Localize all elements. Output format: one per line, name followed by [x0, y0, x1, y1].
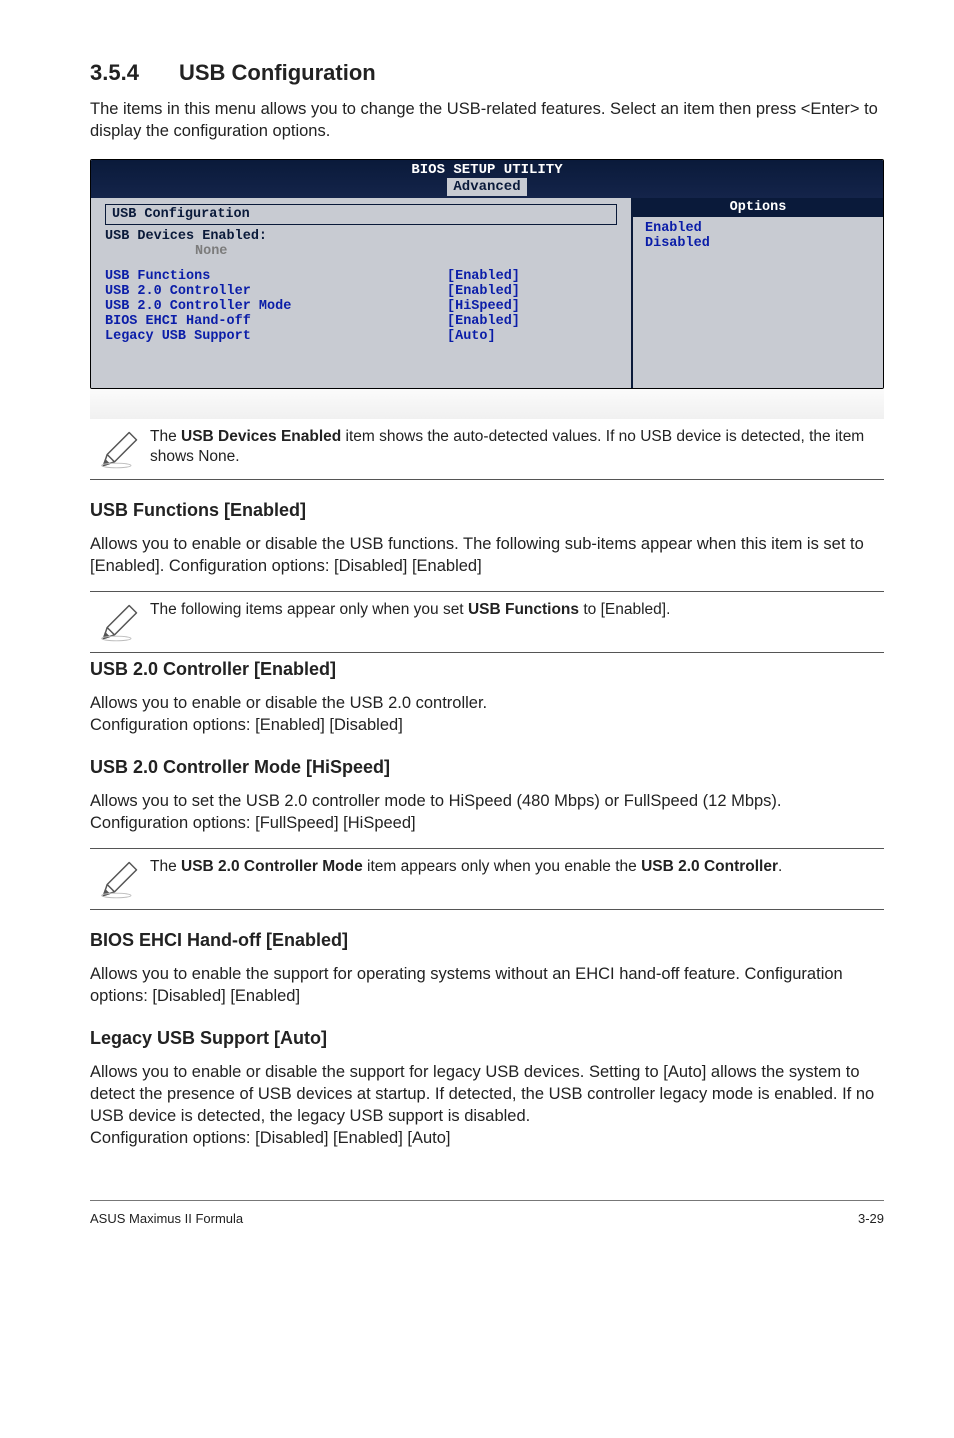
bios-tab-advanced: Advanced [447, 178, 526, 196]
bios-left-header: USB Configuration [105, 204, 617, 225]
section-heading: 3.5.4 USB Configuration [90, 60, 884, 86]
pencil-icon [90, 857, 150, 901]
subsection-heading: Legacy USB Support [Auto] [90, 1028, 884, 1049]
note-text-span: The [150, 428, 181, 445]
pencil-icon [90, 427, 150, 471]
subsection-heading: USB Functions [Enabled] [90, 500, 884, 521]
note-text-span: item appears only when you enable the [363, 858, 641, 875]
subsection-body: Allows you to set the USB 2.0 controller… [90, 790, 884, 835]
bios-row-value: [Enabled] [447, 284, 617, 299]
bios-row-value: [Enabled] [447, 269, 617, 284]
bios-devices-label: USB Devices Enabled: [105, 229, 267, 244]
bios-row-value: [Enabled] [447, 314, 617, 329]
note-text: The USB 2.0 Controller Mode item appears… [150, 857, 782, 878]
subsection-heading: BIOS EHCI Hand-off [Enabled] [90, 930, 884, 951]
subsection-body: Allows you to enable or disable the USB … [90, 692, 884, 737]
section-number: 3.5.4 [90, 60, 139, 86]
bios-screenshot: BIOS SETUP UTILITY Advanced USB Configur… [90, 159, 884, 389]
subsection-body: Allows you to enable or disable the supp… [90, 1061, 884, 1150]
note-text-bold: USB 2.0 Controller Mode [181, 858, 363, 875]
bios-row-label: USB Functions [105, 269, 210, 284]
note-box: The USB 2.0 Controller Mode item appears… [90, 848, 884, 910]
subsection-heading: USB 2.0 Controller Mode [HiSpeed] [90, 757, 884, 778]
pencil-icon [90, 600, 150, 644]
note-text-bold: USB 2.0 Controller [641, 858, 778, 875]
note-text-span: The [150, 858, 181, 875]
subsection-heading: USB 2.0 Controller [Enabled] [90, 659, 884, 680]
bios-option: Disabled [645, 236, 871, 251]
section-title: USB Configuration [179, 60, 376, 86]
bios-titlebar: BIOS SETUP UTILITY Advanced [91, 160, 883, 198]
bios-row-label: USB 2.0 Controller [105, 284, 251, 299]
page-footer: ASUS Maximus II Formula 3-29 [90, 1200, 884, 1226]
bios-row-value: [Auto] [447, 329, 617, 344]
bios-row-label: BIOS EHCI Hand-off [105, 314, 251, 329]
bios-devices-value: None [195, 244, 227, 259]
note-text: The following items appear only when you… [150, 600, 670, 621]
note-text-bold: USB Functions [468, 601, 579, 618]
bios-row-value: [HiSpeed] [447, 299, 617, 314]
subsection-body: Allows you to enable the support for ope… [90, 963, 884, 1008]
footer-right: 3-29 [858, 1211, 884, 1226]
bios-right-panel: Options Enabled Disabled [633, 198, 883, 388]
bios-left-panel: USB Configuration USB Devices Enabled: N… [91, 198, 633, 388]
note-text-span: to [Enabled]. [579, 601, 670, 618]
footer-left: ASUS Maximus II Formula [90, 1211, 243, 1226]
bios-option: Enabled [645, 221, 871, 236]
note-text: The USB Devices Enabled item shows the a… [150, 427, 884, 469]
note-box: The following items appear only when you… [90, 591, 884, 653]
note-text-span: The following items appear only when you… [150, 601, 468, 618]
bios-options-header: Options [633, 198, 883, 217]
bios-row-label: Legacy USB Support [105, 329, 251, 344]
bios-title: BIOS SETUP UTILITY [411, 162, 562, 178]
note-text-bold: USB Devices Enabled [181, 428, 341, 445]
bios-row-label: USB 2.0 Controller Mode [105, 299, 291, 314]
note-box: The USB Devices Enabled item shows the a… [90, 419, 884, 480]
subsection-body: Allows you to enable or disable the USB … [90, 533, 884, 578]
note-text-span: . [778, 858, 782, 875]
intro-paragraph: The items in this menu allows you to cha… [90, 98, 884, 143]
